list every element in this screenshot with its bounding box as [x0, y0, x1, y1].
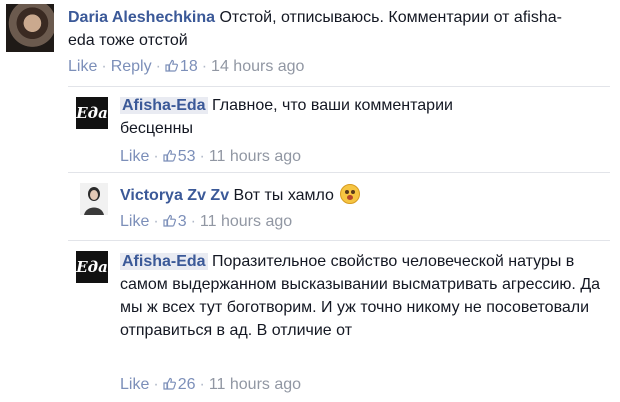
- thumbs-up-icon: [163, 377, 176, 390]
- comment-body: Victorya Zv Zv Вот ты хамло: [120, 184, 560, 207]
- thumbs-up-icon: [165, 59, 178, 72]
- timestamp[interactable]: 11 hours ago: [209, 148, 301, 165]
- author-link[interactable]: Victorya Zv Zv: [120, 187, 229, 204]
- thread-divider: [68, 86, 610, 87]
- thread-divider: [68, 240, 610, 241]
- reply-afisha-1: Eда Afisha-Eda Главное, что ваши коммент…: [0, 90, 620, 170]
- reply-afisha-2: Eда Afisha-Eda Поразительное свойство че…: [0, 244, 620, 402]
- reply-button[interactable]: Reply: [111, 58, 152, 75]
- like-button[interactable]: Like: [68, 58, 97, 75]
- author-link[interactable]: Afisha-Eda: [120, 97, 208, 114]
- thread-divider: [68, 172, 610, 173]
- comment-actions: Like · 26 · 11 hours ago: [120, 376, 302, 393]
- comment-body: Afisha-Eda Поразительное свойство челове…: [120, 250, 615, 342]
- thumbs-up-icon: [163, 149, 176, 162]
- like-count[interactable]: 26: [163, 376, 195, 393]
- like-button[interactable]: Like: [120, 148, 149, 165]
- author-link[interactable]: Daria Aleshechkina: [68, 9, 215, 26]
- comment-actions: Like · 3 · 11 hours ago: [120, 213, 293, 230]
- timestamp[interactable]: 11 hours ago: [200, 213, 292, 230]
- timestamp[interactable]: 11 hours ago: [209, 376, 301, 393]
- thumbs-up-icon: [163, 214, 176, 227]
- user-photo-icon: [80, 183, 108, 215]
- surprised-face-icon: [340, 184, 361, 204]
- comment-actions: Like · Reply · 18 · 14 hours ago: [68, 58, 305, 75]
- like-count[interactable]: 18: [165, 58, 198, 75]
- avatar[interactable]: [80, 183, 108, 215]
- comment-body: Daria Aleshechkina Отстой, отписываюсь. …: [68, 6, 588, 52]
- comment-daria: Daria Aleshechkina Отстой, отписываюсь. …: [0, 0, 620, 82]
- like-button[interactable]: Like: [120, 376, 149, 393]
- avatar[interactable]: [6, 4, 54, 52]
- comment-text: Вот ты хамло: [233, 187, 334, 204]
- timestamp[interactable]: 14 hours ago: [211, 58, 304, 75]
- like-count[interactable]: 53: [163, 148, 195, 165]
- like-button[interactable]: Like: [120, 213, 149, 230]
- author-link[interactable]: Afisha-Eda: [120, 253, 208, 270]
- avatar[interactable]: Eда: [76, 251, 108, 283]
- reply-victorya: Victorya Zv Zv Вот ты хамло Like · 3 · 11 ho…: [0, 176, 620, 236]
- comment-body: Afisha-Eda Главное, что ваши комментарии…: [120, 94, 520, 140]
- comment-actions: Like · 53 · 11 hours ago: [120, 148, 302, 165]
- avatar[interactable]: Eда: [76, 97, 108, 129]
- like-count[interactable]: 3: [163, 213, 187, 230]
